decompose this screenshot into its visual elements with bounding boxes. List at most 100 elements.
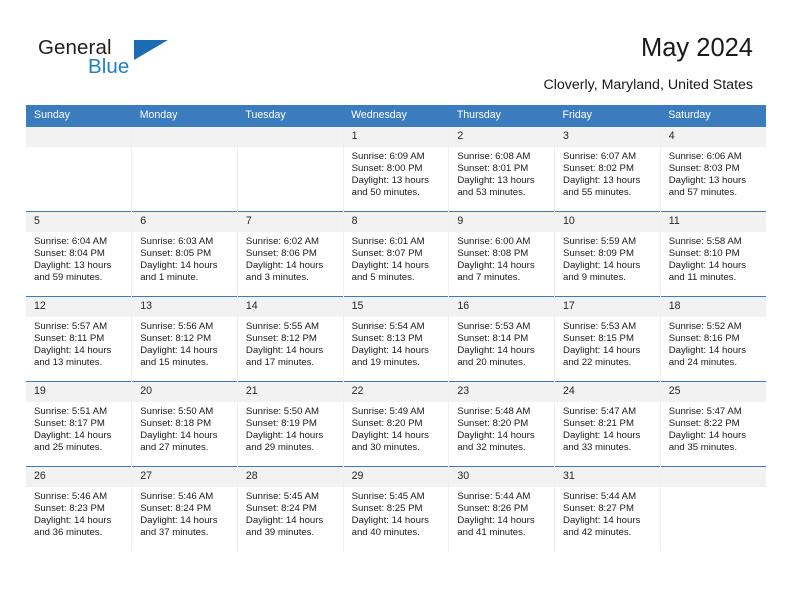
day-details: Sunrise: 5:58 AM Sunset: 8:10 PM Daylight:… (661, 232, 766, 285)
sunset-time: Sunset: 8:02 PM (563, 163, 634, 175)
calendar-day-cell[interactable]: 16 Sunrise: 5:53 AM Sunset: 8:14 PM Dayligh… (448, 296, 555, 382)
daylight-duration-line2: and 37 minutes. (140, 527, 209, 539)
sunset-time: Sunset: 8:21 PM (563, 418, 634, 430)
calendar-week-row: 1 Sunrise: 6:09 AM Sunset: 8:00 PM Daylight… (26, 127, 766, 212)
calendar-day-cell[interactable]: 2 Sunrise: 6:08 AM Sunset: 8:01 PM Daylight… (448, 127, 555, 212)
sunset-time: Sunset: 8:12 PM (245, 333, 317, 345)
weekday-header-saturday: Saturday (660, 105, 766, 127)
calendar-day-cell[interactable]: 4 Sunrise: 6:06 AM Sunset: 8:03 PM Daylight… (659, 127, 766, 212)
calendar-day-cell[interactable]: 31 Sunrise: 5:44 AM Sunset: 8:27 PM Dayligh… (554, 466, 661, 551)
sunrise-time: Sunrise: 5:44 AM (563, 491, 637, 502)
calendar-day-cell[interactable]: 9 Sunrise: 6:00 AM Sunset: 8:08 PM Daylight… (448, 211, 555, 297)
day-number: 29 (343, 467, 449, 487)
day-details: Sunrise: 6:03 AM Sunset: 8:05 PM Daylight:… (132, 232, 237, 285)
daylight-duration-line1: Daylight: 14 hours (351, 345, 429, 357)
daylight-duration-line1: Daylight: 14 hours (245, 260, 324, 272)
daylight-duration-line2: and 20 minutes. (457, 357, 526, 369)
calendar-day-cell[interactable]: 28 Sunrise: 5:45 AM Sunset: 8:24 PM Dayligh… (236, 466, 344, 551)
daylight-duration-line1: Daylight: 14 hours (245, 345, 324, 357)
day-number: 2 (449, 127, 555, 147)
sunset-time: Sunset: 8:13 PM (351, 333, 423, 345)
day-details: Sunrise: 6:08 AM Sunset: 8:01 PM Daylight:… (449, 147, 554, 200)
daylight-duration-line2: and 7 minutes. (457, 272, 521, 284)
calendar-day-cell[interactable]: 30 Sunrise: 5:44 AM Sunset: 8:26 PM Dayligh… (448, 466, 555, 551)
daylight-duration-line1: Daylight: 14 hours (245, 430, 324, 442)
day-details: Sunrise: 6:04 AM Sunset: 8:04 PM Daylight:… (26, 232, 131, 285)
daylight-duration-line1: Daylight: 14 hours (563, 260, 641, 272)
day-number: 21 (237, 382, 343, 402)
daylight-duration-line2: and 29 minutes. (245, 442, 315, 454)
day-cell-inner: 20 Sunrise: 5:50 AM Sunset: 8:18 PM Dayligh… (132, 382, 237, 466)
day-details: Sunrise: 6:00 AM Sunset: 8:08 PM Daylight:… (449, 232, 554, 285)
calendar-day-cell[interactable]: 5 Sunrise: 6:04 AM Sunset: 8:04 PM Daylight… (26, 211, 132, 297)
daylight-duration-line1: Daylight: 13 hours (668, 175, 747, 187)
calendar-day-cell[interactable]: 12 Sunrise: 5:57 AM Sunset: 8:11 PM Dayligh… (26, 296, 132, 382)
calendar-day-cell[interactable]: 17 Sunrise: 5:53 AM Sunset: 8:15 PM Dayligh… (554, 296, 661, 382)
daylight-duration-line2: and 42 minutes. (563, 527, 632, 539)
sunrise-time: Sunrise: 6:08 AM (457, 151, 531, 162)
sunset-time: Sunset: 8:24 PM (140, 503, 212, 515)
day-cell-inner: 11 Sunrise: 5:58 AM Sunset: 8:10 PM Dayligh… (660, 212, 766, 296)
sunrise-time: Sunrise: 5:59 AM (563, 236, 637, 247)
calendar-day-cell-empty (659, 466, 766, 551)
sunrise-time: Sunrise: 5:50 AM (140, 406, 214, 417)
day-details: Sunrise: 5:46 AM Sunset: 8:24 PM Daylight:… (132, 487, 237, 540)
calendar-day-cell[interactable]: 13 Sunrise: 5:56 AM Sunset: 8:12 PM Dayligh… (131, 296, 238, 382)
calendar-day-cell-empty (236, 127, 344, 212)
sunrise-time: Sunrise: 5:47 AM (668, 406, 742, 417)
weekday-header-tuesday: Tuesday (237, 105, 344, 127)
calendar-day-cell[interactable]: 19 Sunrise: 5:51 AM Sunset: 8:17 PM Dayligh… (26, 381, 132, 467)
day-details: Sunrise: 5:53 AM Sunset: 8:14 PM Daylight:… (449, 317, 554, 370)
calendar-day-cell[interactable]: 21 Sunrise: 5:50 AM Sunset: 8:19 PM Dayligh… (236, 381, 344, 467)
day-number: 1 (343, 127, 449, 147)
calendar-day-cell[interactable]: 22 Sunrise: 5:49 AM Sunset: 8:20 PM Dayligh… (342, 381, 449, 467)
day-details: Sunrise: 5:45 AM Sunset: 8:25 PM Daylight:… (344, 487, 449, 540)
calendar-day-cell[interactable]: 10 Sunrise: 5:59 AM Sunset: 8:09 PM Dayligh… (554, 211, 661, 297)
calendar-day-cell[interactable]: 15 Sunrise: 5:54 AM Sunset: 8:13 PM Dayligh… (342, 296, 449, 382)
day-number: 11 (660, 212, 766, 232)
sunset-time: Sunset: 8:25 PM (351, 503, 423, 515)
day-details: Sunrise: 5:48 AM Sunset: 8:20 PM Daylight:… (449, 402, 554, 455)
location-subtitle: Cloverly, Maryland, United States (543, 77, 753, 93)
daylight-duration-line2: and 32 minutes. (457, 442, 526, 454)
sunrise-time: Sunrise: 5:46 AM (34, 491, 108, 502)
calendar-day-cell[interactable]: 23 Sunrise: 5:48 AM Sunset: 8:20 PM Dayligh… (448, 381, 555, 467)
calendar-day-cell[interactable]: 3 Sunrise: 6:07 AM Sunset: 8:02 PM Daylight… (554, 127, 661, 212)
calendar-day-cell[interactable]: 14 Sunrise: 5:55 AM Sunset: 8:12 PM Dayligh… (236, 296, 344, 382)
day-cell-inner: 10 Sunrise: 5:59 AM Sunset: 8:09 PM Dayligh… (555, 212, 660, 296)
calendar-day-cell[interactable]: 25 Sunrise: 5:47 AM Sunset: 8:22 PM Dayligh… (659, 381, 766, 467)
calendar-day-cell[interactable]: 20 Sunrise: 5:50 AM Sunset: 8:18 PM Dayligh… (131, 381, 238, 467)
day-details: Sunrise: 5:57 AM Sunset: 8:11 PM Daylight:… (26, 317, 131, 370)
daylight-duration-line1: Daylight: 14 hours (34, 515, 112, 527)
calendar-day-cell[interactable]: 8 Sunrise: 6:01 AM Sunset: 8:07 PM Daylight… (342, 211, 449, 297)
daylight-duration-line2: and 55 minutes. (563, 187, 632, 199)
day-cell-inner: 1 Sunrise: 6:09 AM Sunset: 8:00 PM Daylight… (343, 127, 449, 211)
day-details: Sunrise: 5:56 AM Sunset: 8:12 PM Daylight:… (132, 317, 237, 370)
daylight-duration-line2: and 3 minutes. (245, 272, 309, 284)
calendar-day-cell[interactable]: 1 Sunrise: 6:09 AM Sunset: 8:00 PM Daylight… (342, 127, 449, 212)
calendar-day-cell[interactable]: 24 Sunrise: 5:47 AM Sunset: 8:21 PM Dayligh… (554, 381, 661, 467)
sunset-time: Sunset: 8:20 PM (457, 418, 529, 430)
day-cell-inner: 16 Sunrise: 5:53 AM Sunset: 8:14 PM Dayligh… (449, 297, 555, 381)
day-cell-inner: 17 Sunrise: 5:53 AM Sunset: 8:15 PM Dayligh… (555, 297, 660, 381)
day-cell-inner: 25 Sunrise: 5:47 AM Sunset: 8:22 PM Dayligh… (660, 382, 766, 466)
calendar-day-cell[interactable]: 18 Sunrise: 5:52 AM Sunset: 8:16 PM Dayligh… (659, 296, 766, 382)
calendar-day-cell[interactable]: 29 Sunrise: 5:45 AM Sunset: 8:25 PM Dayligh… (342, 466, 449, 551)
day-cell-inner: 7 Sunrise: 6:02 AM Sunset: 8:06 PM Daylight… (237, 212, 343, 296)
calendar-day-cell[interactable]: 26 Sunrise: 5:46 AM Sunset: 8:23 PM Dayligh… (26, 466, 132, 551)
sunrise-time: Sunrise: 5:54 AM (351, 321, 425, 332)
calendar-day-cell[interactable]: 6 Sunrise: 6:03 AM Sunset: 8:05 PM Daylight… (131, 211, 238, 297)
weekday-header-row: Sunday Monday Tuesday Wednesday Thursday… (26, 105, 766, 127)
calendar-day-cell[interactable]: 7 Sunrise: 6:02 AM Sunset: 8:06 PM Daylight… (236, 211, 344, 297)
sunset-time: Sunset: 8:12 PM (140, 333, 212, 345)
calendar-day-cell[interactable]: 27 Sunrise: 5:46 AM Sunset: 8:24 PM Dayligh… (131, 466, 238, 551)
day-number: 27 (132, 467, 237, 487)
day-cell-inner: 27 Sunrise: 5:46 AM Sunset: 8:24 PM Dayligh… (132, 467, 237, 551)
calendar-day-cell[interactable]: 11 Sunrise: 5:58 AM Sunset: 8:10 PM Dayligh… (659, 211, 766, 297)
daylight-duration-line2: and 35 minutes. (668, 442, 737, 454)
day-number (132, 127, 237, 147)
daylight-duration-line1: Daylight: 14 hours (140, 260, 218, 272)
day-number: 19 (26, 382, 132, 402)
daylight-duration-line1: Daylight: 13 hours (351, 175, 429, 187)
sunrise-time: Sunrise: 5:51 AM (34, 406, 108, 417)
